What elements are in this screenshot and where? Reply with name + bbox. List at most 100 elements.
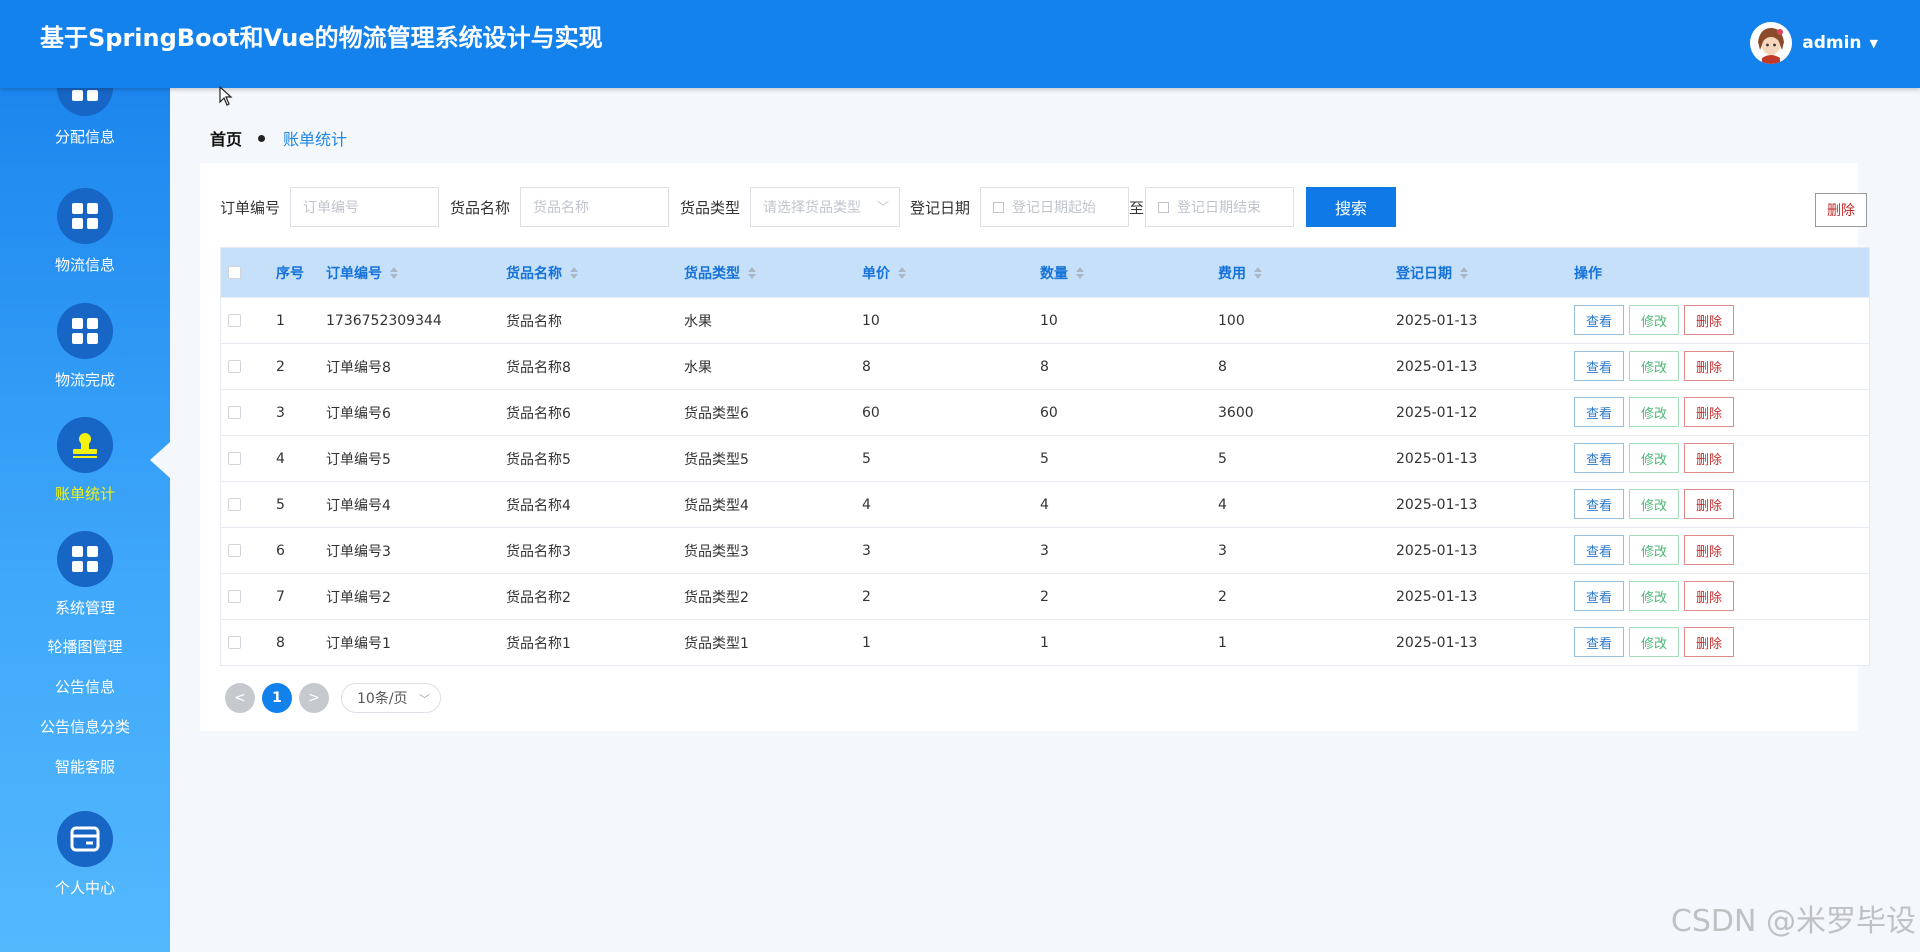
table-body: 1 1736752309344 货品名称 水果 10 10 100 2025-01-13 查看修… [221, 297, 1869, 665]
edit-button[interactable]: 修改 [1629, 581, 1679, 611]
page-1-button[interactable]: 1 [262, 683, 292, 713]
delete-button[interactable]: 删除 [1684, 305, 1734, 335]
row-checkbox[interactable] [228, 314, 241, 327]
view-button[interactable]: 查看 [1574, 581, 1624, 611]
sort-icon[interactable] [1254, 266, 1262, 279]
row-checkbox[interactable] [228, 590, 241, 603]
table-header: 序号 订单编号 货品名称 货品类型 单价 数量 费用 登记日期 操作 [221, 248, 1869, 297]
edit-button[interactable]: 修改 [1629, 535, 1679, 565]
col-fee[interactable]: 费用 [1218, 248, 1262, 297]
row-checkbox[interactable] [228, 360, 241, 373]
cell-goods: 货品名称3 [506, 544, 571, 560]
date-end-input[interactable]: 登记日期结束 [1145, 187, 1294, 227]
delete-button[interactable]: 删除 [1684, 397, 1734, 427]
date-start-input[interactable]: 登记日期起始 [980, 187, 1129, 227]
sort-icon[interactable] [390, 266, 398, 279]
sort-icon[interactable] [898, 266, 906, 279]
row-checkbox[interactable] [228, 636, 241, 649]
prev-page-button[interactable]: < [225, 683, 255, 713]
edit-button[interactable]: 修改 [1629, 489, 1679, 519]
type-label: 货品类型 [680, 199, 741, 217]
sidebar-item-billing[interactable]: 账单统计 [0, 417, 170, 504]
col-goods[interactable]: 货品名称 [506, 248, 578, 297]
sidebar-item-notice[interactable]: 公告信息 [0, 676, 170, 697]
sidebar-item-allocation[interactable]: 分配信息 [0, 88, 170, 147]
edit-button[interactable]: 修改 [1629, 351, 1679, 381]
cell-fee: 4 [1218, 497, 1227, 513]
edit-button[interactable]: 修改 [1629, 627, 1679, 657]
goods-search-input[interactable]: 货品名称 [520, 187, 669, 227]
breadcrumb-separator [258, 134, 266, 142]
cell-order: 订单编号2 [326, 590, 391, 606]
sidebar-item-chatbot[interactable]: 智能客服 [0, 756, 170, 777]
view-button[interactable]: 查看 [1574, 443, 1624, 473]
view-button[interactable]: 查看 [1574, 397, 1624, 427]
row-checkbox[interactable] [228, 452, 241, 465]
col-date[interactable]: 登记日期 [1396, 248, 1468, 297]
view-button[interactable]: 查看 [1574, 535, 1624, 565]
row-checkbox[interactable] [228, 406, 241, 419]
sidebar-item-logistics-info[interactable]: 物流信息 [0, 188, 170, 275]
page-size-select[interactable]: 10条/页 ﹀ [341, 683, 441, 713]
sidebar-item-logistics-complete[interactable]: 物流完成 [0, 303, 170, 390]
order-search-input[interactable]: 订单编号 [290, 187, 439, 227]
col-date-label: 登记日期 [1396, 265, 1452, 282]
chevron-down-icon[interactable]: ▼ [1870, 37, 1878, 50]
edit-button[interactable]: 修改 [1629, 443, 1679, 473]
chevron-down-icon: ﹀ [419, 693, 430, 706]
delete-button[interactable]: 删除 [1684, 443, 1734, 473]
delete-button[interactable]: 删除 [1684, 351, 1734, 381]
view-button[interactable]: 查看 [1574, 627, 1624, 657]
col-qty[interactable]: 数量 [1040, 248, 1084, 297]
sort-icon[interactable] [748, 266, 756, 279]
sort-icon[interactable] [570, 266, 578, 279]
sidebar-item-profile[interactable]: 个人中心 [0, 811, 170, 898]
user-menu[interactable]: admin ▼ [1750, 22, 1878, 64]
cell-goods: 货品名称 [506, 314, 562, 330]
sidebar-item-carousel[interactable]: 轮播图管理 [0, 636, 170, 657]
view-button[interactable]: 查看 [1574, 351, 1624, 381]
delete-button[interactable]: 删除 [1684, 581, 1734, 611]
calendar-icon [993, 201, 1004, 213]
delete-button[interactable]: 删除 [1684, 627, 1734, 657]
cell-price: 8 [862, 359, 871, 375]
date-label: 登记日期 [910, 199, 971, 217]
username[interactable]: admin [1802, 33, 1861, 53]
stamp-icon [57, 417, 113, 473]
sort-icon[interactable] [1460, 266, 1468, 279]
sidebar: 分配信息 物流信息 物流完成 账单统计 系统管理 轮播图管理 公告信息 公告信息… [0, 88, 170, 952]
cell-type: 货品类型3 [684, 544, 749, 560]
edit-button[interactable]: 修改 [1629, 397, 1679, 427]
row-checkbox[interactable] [228, 498, 241, 511]
sidebar-item-label: 账单统计 [54, 485, 115, 503]
type-select[interactable]: 请选择货品类型 ﹀ [750, 187, 900, 227]
edit-button[interactable]: 修改 [1629, 305, 1679, 335]
col-price[interactable]: 单价 [862, 248, 906, 297]
cell-index: 4 [276, 451, 285, 467]
cell-price: 3 [862, 543, 871, 559]
view-button[interactable]: 查看 [1574, 489, 1624, 519]
delete-button[interactable]: 删除 [1684, 535, 1734, 565]
select-all-checkbox[interactable] [228, 266, 241, 279]
cell-date: 2025-01-13 [1396, 543, 1478, 559]
avatar[interactable] [1750, 22, 1793, 64]
batch-delete-button[interactable]: 删除 [1815, 193, 1867, 227]
delete-button[interactable]: 删除 [1684, 489, 1734, 519]
content-panel: 订单编号 订单编号 货品名称 货品名称 货品类型 请选择货品类型 ﹀ 登记日期 登… [200, 163, 1870, 731]
view-button[interactable]: 查看 [1574, 305, 1624, 335]
cell-qty: 8 [1040, 359, 1049, 375]
row-checkbox[interactable] [228, 544, 241, 557]
order-placeholder: 订单编号 [303, 200, 359, 216]
col-type[interactable]: 货品类型 [684, 248, 756, 297]
col-price-label: 单价 [862, 265, 890, 282]
watermark: CSDN @米罗毕设 [1670, 904, 1916, 939]
sidebar-item-system[interactable]: 系统管理 [0, 531, 170, 618]
breadcrumb-home[interactable]: 首页 [210, 126, 242, 150]
search-button[interactable]: 搜索 [1306, 187, 1396, 227]
next-page-button[interactable]: > [299, 683, 329, 713]
col-order-label: 订单编号 [326, 265, 382, 282]
sidebar-item-notice-category[interactable]: 公告信息分类 [0, 716, 170, 737]
cell-fee: 8 [1218, 359, 1227, 375]
sort-icon[interactable] [1076, 266, 1084, 279]
col-order[interactable]: 订单编号 [326, 248, 398, 297]
